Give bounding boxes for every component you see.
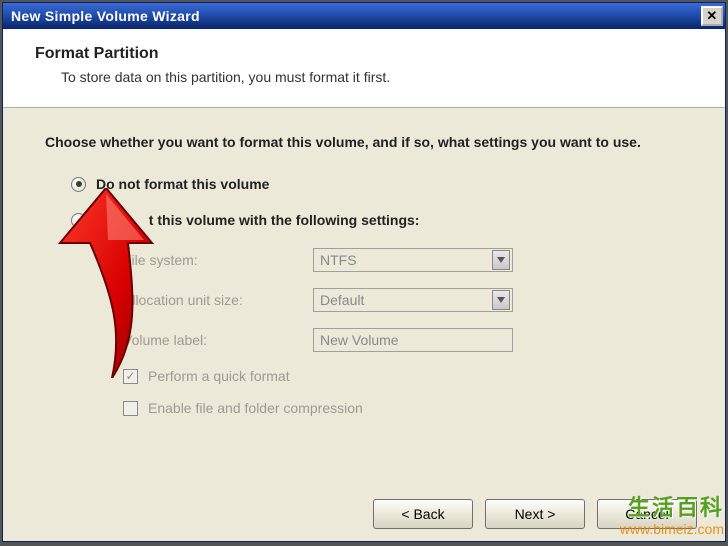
allocation-value: Default xyxy=(320,292,364,308)
option-label-suffix: t this volume with the following setting… xyxy=(149,212,420,228)
checkbox-icon: ✓ xyxy=(123,369,138,384)
volume-label-row: Volume label: New Volume xyxy=(123,328,683,352)
quick-format-check[interactable]: ✓ Perform a quick format xyxy=(123,368,683,384)
allocation-row: Allocation unit size: Default xyxy=(123,288,683,312)
filesystem-label: File system: xyxy=(123,252,313,268)
compression-check[interactable]: Enable file and folder compression xyxy=(123,400,683,416)
titlebar[interactable]: New Simple Volume Wizard ✕ xyxy=(3,3,725,29)
filesystem-combo[interactable]: NTFS xyxy=(313,248,513,272)
allocation-combo[interactable]: Default xyxy=(313,288,513,312)
compression-label: Enable file and folder compression xyxy=(148,400,363,416)
option-format-with-settings[interactable]: Forma t this volume with the following s… xyxy=(71,212,683,228)
page-subtitle: To store data on this partition, you mus… xyxy=(61,69,693,85)
volume-label-input[interactable]: New Volume xyxy=(313,328,513,352)
cancel-button[interactable]: Cancel xyxy=(597,499,697,529)
page-title: Format Partition xyxy=(35,45,693,63)
wizard-header: Format Partition To store data on this p… xyxy=(3,29,725,108)
format-settings: File system: NTFS Allocation unit size: … xyxy=(123,248,683,416)
radio-icon xyxy=(71,213,86,228)
allocation-label: Allocation unit size: xyxy=(123,292,313,308)
quick-format-label: Perform a quick format xyxy=(148,368,290,384)
back-button[interactable]: < Back xyxy=(373,499,473,529)
filesystem-value: NTFS xyxy=(320,252,357,268)
chevron-down-icon xyxy=(492,250,510,270)
radio-icon xyxy=(71,177,86,192)
wizard-content: Choose whether you want to format this v… xyxy=(3,108,725,442)
chevron-down-icon xyxy=(492,290,510,310)
instruction-text: Choose whether you want to format this v… xyxy=(45,134,683,150)
checkbox-icon xyxy=(123,401,138,416)
wizard-window: New Simple Volume Wizard ✕ Format Partit… xyxy=(2,2,726,542)
option-label: Do not format this volume xyxy=(96,176,269,192)
close-button[interactable]: ✕ xyxy=(701,6,723,26)
filesystem-row: File system: NTFS xyxy=(123,248,683,272)
next-button[interactable]: Next > xyxy=(485,499,585,529)
wizard-footer: < Back Next > Cancel xyxy=(3,499,725,529)
volume-label-value: New Volume xyxy=(320,332,399,348)
window-title: New Simple Volume Wizard xyxy=(11,8,200,24)
volume-label-label: Volume label: xyxy=(123,332,313,348)
option-do-not-format[interactable]: Do not format this volume xyxy=(71,176,683,192)
